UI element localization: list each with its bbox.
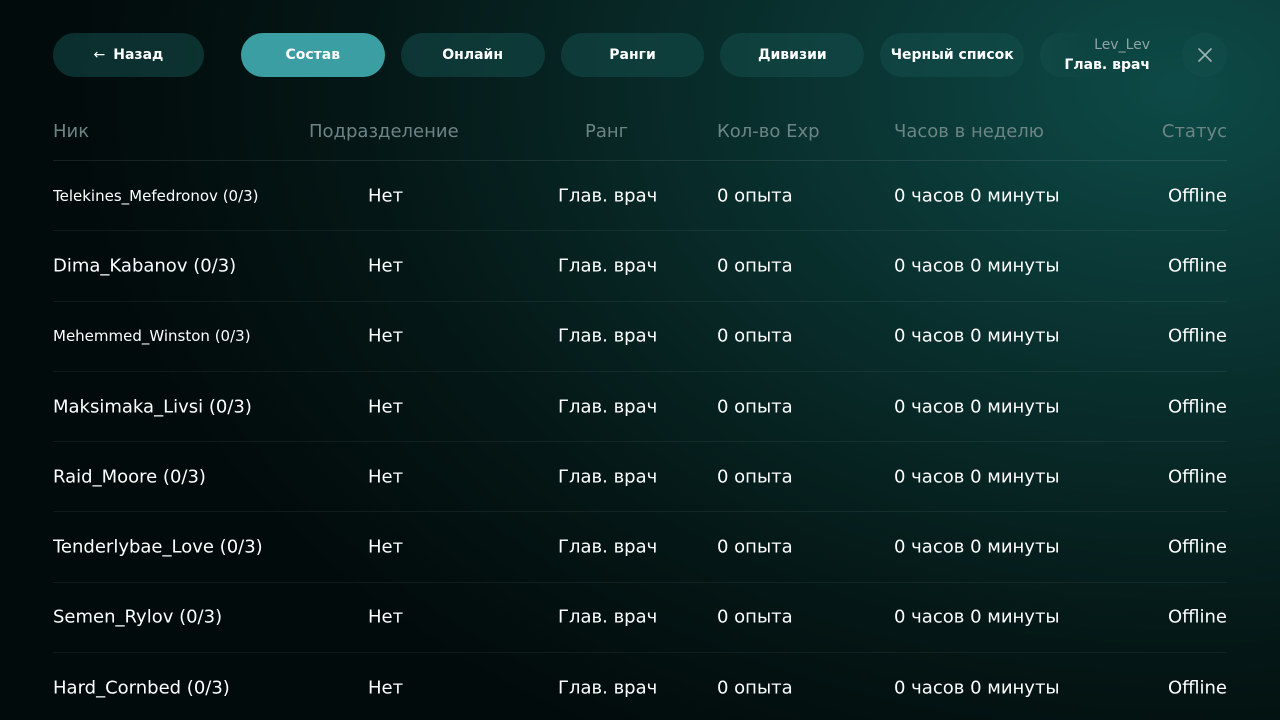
cell-exp: 0 опыта — [717, 396, 793, 418]
close-button[interactable] — [1182, 33, 1227, 77]
table-row[interactable]: Mehemmed_Winston (0/3) Нет Глав. врач 0 … — [53, 302, 1227, 372]
cell-rank: Глав. врач — [558, 255, 658, 277]
cell-rank: Глав. врач — [558, 606, 658, 628]
back-button-label: Назад — [113, 47, 164, 63]
cell-exp: 0 опыта — [717, 466, 793, 488]
cell-division: Нет — [368, 325, 404, 347]
cell-status: Offline — [1167, 466, 1227, 488]
cell-division: Нет — [368, 536, 404, 558]
cell-division: Нет — [368, 255, 404, 277]
cell-hours: 0 часов 0 минуты — [894, 396, 1060, 418]
cell-hours: 0 часов 0 минуты — [894, 606, 1060, 628]
cell-exp: 0 опыта — [717, 606, 793, 628]
cell-status: Offline — [1167, 185, 1227, 207]
table-header: Ник Подразделение Ранг Кол-во Exp Часов … — [53, 103, 1227, 161]
cell-status: Offline — [1167, 536, 1227, 558]
header-rank: Ранг — [585, 121, 629, 142]
table-row[interactable]: Raid_Moore (0/3) Нет Глав. врач 0 опыта … — [53, 442, 1227, 513]
cell-exp: 0 опыта — [717, 536, 793, 558]
cell-status: Offline — [1167, 677, 1227, 699]
cell-hours: 0 часов 0 минуты — [894, 536, 1060, 558]
cell-division: Нет — [368, 606, 404, 628]
cell-nick: Hard_Cornbed (0/3) — [53, 677, 230, 699]
cell-exp: 0 опыта — [717, 255, 793, 277]
header-exp: Кол-во Exp — [717, 121, 820, 142]
tab-ranks[interactable]: Ранги — [560, 33, 705, 77]
tab-divisions[interactable]: Дивизии — [720, 33, 865, 77]
cell-nick: Raid_Moore (0/3) — [53, 466, 206, 488]
cell-hours: 0 часов 0 минуты — [894, 677, 1060, 699]
cell-status: Offline — [1167, 255, 1227, 277]
arrow-left-icon: ← — [93, 47, 106, 63]
cell-hours: 0 часов 0 минуты — [894, 185, 1060, 207]
user-name: Lev_Lev — [1094, 37, 1151, 53]
cell-status: Offline — [1167, 606, 1227, 628]
table-row[interactable]: Telekines_Mefedronov (0/3) Нет Глав. вра… — [53, 161, 1227, 232]
tab-label: Онлайн — [442, 47, 504, 63]
header-status: Статус — [1161, 121, 1227, 142]
header-nick: Ник — [53, 121, 90, 142]
tab-label: Черный список — [890, 47, 1014, 63]
table-row[interactable]: Hard_Cornbed (0/3) Нет Глав. врач 0 опыт… — [53, 653, 1227, 720]
table-body[interactable]: Telekines_Mefedronov (0/3) Нет Глав. вра… — [53, 161, 1227, 720]
cell-division: Нет — [368, 677, 404, 699]
cell-division: Нет — [368, 185, 404, 207]
table-row[interactable]: Maksimaka_Livsi (0/3) Нет Глав. врач 0 о… — [53, 372, 1227, 443]
cell-exp: 0 опыта — [717, 185, 793, 207]
cell-rank: Глав. врач — [558, 536, 658, 558]
close-icon — [1197, 48, 1212, 62]
back-button[interactable]: ← Назад — [53, 33, 204, 77]
cell-status: Offline — [1167, 325, 1227, 347]
table-row[interactable]: Semen_Rylov (0/3) Нет Глав. врач 0 опыта… — [53, 583, 1227, 654]
cell-nick: Dima_Kabanov (0/3) — [53, 255, 237, 277]
cell-nick: Mehemmed_Winston (0/3) — [53, 327, 251, 346]
cell-nick: Telekines_Mefedronov (0/3) — [53, 186, 259, 205]
header-hours: Часов в неделю — [894, 121, 1044, 142]
table-row[interactable]: Tenderlybae_Love (0/3) Нет Глав. врач 0 … — [53, 512, 1227, 583]
cell-rank: Глав. врач — [558, 325, 658, 347]
cell-hours: 0 часов 0 минуты — [894, 325, 1060, 347]
tab-sostav[interactable]: Состав — [240, 33, 385, 77]
cell-nick: Tenderlybae_Love (0/3) — [53, 536, 263, 558]
cell-nick: Semen_Rylov (0/3) — [53, 606, 223, 628]
cell-rank: Глав. врач — [558, 466, 658, 488]
cell-nick: Maksimaka_Livsi (0/3) — [53, 396, 252, 418]
tab-online[interactable]: Онлайн — [400, 33, 545, 77]
cell-hours: 0 часов 0 минуты — [894, 255, 1060, 277]
cell-rank: Глав. врач — [558, 677, 658, 699]
cell-rank: Глав. врач — [558, 396, 658, 418]
members-table: Ник Подразделение Ранг Кол-во Exp Часов … — [53, 103, 1227, 720]
cell-rank: Глав. врач — [558, 185, 658, 207]
cell-division: Нет — [368, 466, 404, 488]
tab-label: Дивизии — [758, 47, 827, 63]
cell-division: Нет — [368, 396, 404, 418]
cell-exp: 0 опыта — [717, 325, 793, 347]
cell-status: Offline — [1167, 396, 1227, 418]
header-division: Подразделение — [309, 121, 459, 142]
cell-exp: 0 опыта — [717, 677, 793, 699]
tab-blacklist[interactable]: Черный список — [880, 33, 1025, 77]
tab-label: Состав — [285, 47, 341, 63]
user-rank: Глав. врач — [1064, 57, 1151, 73]
current-user: Lev_Lev Глав. врач — [1040, 33, 1183, 77]
cell-hours: 0 часов 0 минуты — [894, 466, 1060, 488]
table-row[interactable]: Dima_Kabanov (0/3) Нет Глав. врач 0 опыт… — [53, 231, 1227, 302]
tab-label: Ранги — [609, 47, 656, 63]
top-bar: ← Назад Состав Онлайн Ранги Дивизии Черн… — [53, 33, 1227, 77]
